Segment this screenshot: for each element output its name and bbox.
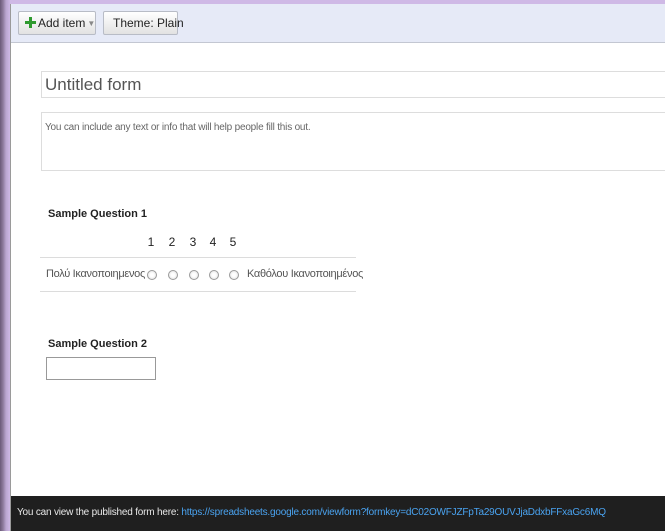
form-editor-window: Add item ▼ Theme: Plain Untitled form You… [10,4,665,531]
scale-number-5: 5 [229,235,237,249]
toolbar: Add item ▼ Theme: Plain [11,4,665,43]
plus-icon [25,17,36,28]
scale-radio-3[interactable] [189,270,199,280]
form-title-field[interactable]: Untitled form [41,71,665,98]
scale-radio-2[interactable] [168,270,178,280]
published-form-link[interactable]: https://spreadsheets.google.com/viewform… [181,507,606,518]
caret-down-icon: ▼ [87,19,96,28]
window-left-edge [0,0,10,531]
form-description-field[interactable]: You can include any text or info that wi… [41,112,665,171]
question-2-title[interactable]: Sample Question 2 [48,338,147,350]
theme-label: Theme: Plain [113,16,184,30]
footer-prefix: You can view the published form here: [17,507,179,518]
published-form-footer: You can view the published form here: ht… [11,496,665,531]
scale-radio-4[interactable] [209,270,219,280]
theme-button[interactable]: Theme: Plain [103,11,184,35]
footer-text: You can view the published form here: ht… [17,507,606,518]
add-item-button[interactable]: Add item ▼ [18,11,96,35]
scale-number-2: 2 [168,235,176,249]
scale-number-1: 1 [147,235,155,249]
question-2-text-input[interactable] [46,357,156,380]
scale-number-3: 3 [189,235,197,249]
scale-radio-5[interactable] [229,270,239,280]
scale-high-label: Καθόλου Ικανοποιημένος [247,268,364,280]
scale-radio-1[interactable] [147,270,157,280]
question-1-title[interactable]: Sample Question 1 [48,208,147,220]
scale-low-label: Πολύ Ικανοποιημενος [46,268,145,280]
scale-number-4: 4 [209,235,217,249]
add-item-label: Add item [38,16,86,30]
scale-row: Πολύ Ικανοποιημενος Καθόλου Ικανοποιημέν… [40,257,363,292]
